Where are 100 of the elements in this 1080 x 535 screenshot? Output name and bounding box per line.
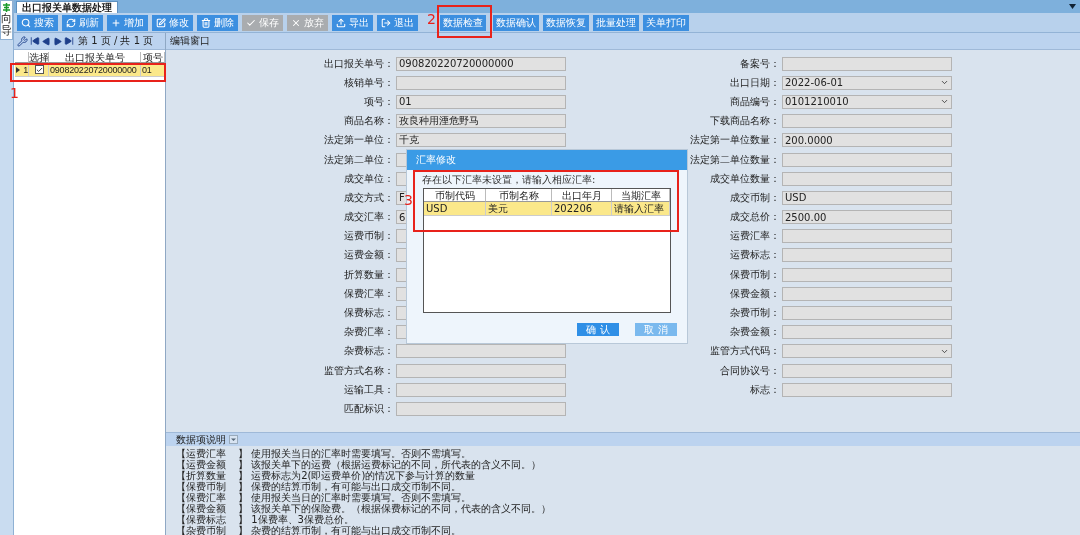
field-label: 核销单号： bbox=[344, 75, 395, 90]
input-field[interactable] bbox=[782, 152, 952, 167]
button-icon bbox=[66, 17, 76, 28]
notes-title: 数据项说明 bbox=[176, 432, 226, 447]
select-field[interactable]: 0101210010 bbox=[782, 94, 952, 109]
field-label: 折算数量： bbox=[344, 267, 395, 282]
next-page-icon[interactable] bbox=[53, 36, 62, 46]
note-term: 【运费汇率 bbox=[176, 446, 227, 459]
column-header: 出口报关单号 bbox=[49, 52, 141, 63]
dialog-message: 存在以下汇率未设置，请输入相应汇率: bbox=[421, 173, 597, 187]
select-field[interactable]: 2022-06-01 bbox=[782, 75, 952, 90]
input-field[interactable] bbox=[782, 325, 952, 340]
previous-page-icon[interactable] bbox=[42, 36, 51, 46]
dropdown-icon[interactable] bbox=[1069, 4, 1076, 9]
table-cell[interactable]: 美元 bbox=[486, 202, 552, 216]
button-icon bbox=[336, 17, 346, 28]
field-label: 项号： bbox=[364, 94, 395, 109]
input-field[interactable]: 2500.00 bbox=[782, 210, 952, 225]
field-label: 运费标志： bbox=[730, 248, 781, 263]
document-tab[interactable]: 出口报关单数据处理 bbox=[16, 1, 118, 13]
annotation-number: 1 bbox=[10, 86, 19, 100]
field-label: 成交单位数量： bbox=[710, 171, 781, 186]
input-field[interactable] bbox=[782, 171, 952, 186]
note-text: 】 运费标志为2(即运费单价)的情况下参与计算的数量 bbox=[238, 469, 476, 482]
note-term: 【运费金额 bbox=[176, 458, 227, 470]
select-field[interactable] bbox=[782, 344, 952, 359]
note-text: 】 使用报关当日的汇率时需要填写。否则不需填写。 bbox=[238, 491, 472, 504]
note-term: 【保费汇率 bbox=[176, 491, 227, 503]
button-icon bbox=[21, 17, 31, 28]
input-field[interactable]: 01 bbox=[396, 94, 566, 109]
input-field[interactable] bbox=[396, 344, 566, 359]
field-label: 杂费金额： bbox=[730, 325, 781, 340]
note-text: 】 该报关单下的保险费。（根据保费标记的不同，代表的含义不同。） bbox=[238, 502, 552, 514]
field-label: 法定第二单位数量： bbox=[690, 152, 781, 167]
button-icon bbox=[201, 17, 211, 28]
field-label: 法定第二单位： bbox=[324, 152, 395, 167]
note-text: 】 保费的结算币制，有可能与出口成交币制不同。 bbox=[238, 480, 462, 492]
field-label: 杂费币制： bbox=[730, 306, 781, 321]
button-icon bbox=[246, 17, 256, 28]
dialog-title: 汇率修改 bbox=[407, 150, 687, 170]
field-label: 匹配标识： bbox=[344, 401, 395, 416]
field-label: 运费汇率： bbox=[730, 229, 781, 244]
note-text: 】 该报关单下的运费（根据运费标记的不同，所代表的含义不同。） bbox=[238, 458, 542, 470]
input-field[interactable] bbox=[782, 267, 952, 282]
plant-icon bbox=[2, 2, 11, 12]
table-cell[interactable]: USD bbox=[424, 202, 486, 216]
input-field[interactable] bbox=[396, 75, 566, 90]
input-field[interactable] bbox=[782, 363, 952, 378]
field-label: 标志： bbox=[750, 382, 781, 397]
wrench-icon[interactable] bbox=[17, 35, 28, 47]
button-icon bbox=[111, 17, 121, 28]
input-field[interactable] bbox=[782, 114, 952, 129]
input-field[interactable]: 孜良种用湮危野马 bbox=[396, 114, 566, 129]
annotation-number: 2 bbox=[427, 12, 436, 26]
dropdown-icon[interactable] bbox=[229, 435, 238, 444]
note-term: 【杂费币制 bbox=[176, 524, 227, 535]
input-field[interactable]: 200.0000 bbox=[782, 133, 952, 148]
field-label: 下载商品名称： bbox=[710, 114, 781, 129]
field-label: 备案号： bbox=[740, 56, 781, 71]
input-field[interactable]: 千克 bbox=[396, 133, 566, 148]
field-label: 出口日期： bbox=[730, 75, 781, 90]
field-label: 杂费标志： bbox=[344, 344, 395, 359]
input-field[interactable] bbox=[782, 248, 952, 263]
button-icon bbox=[156, 17, 166, 28]
note-text: 】 1保费率、3保费总价。 bbox=[238, 513, 354, 525]
field-label: 商品名称： bbox=[344, 114, 395, 129]
note-text: 】 杂费的结算币制，有可能与出口成交币制不同。 bbox=[238, 524, 462, 535]
check-icon bbox=[35, 65, 43, 74]
panel-title: 编辑窗口 bbox=[170, 34, 210, 48]
field-label: 杂费汇率： bbox=[344, 325, 395, 340]
input-field[interactable] bbox=[782, 382, 952, 397]
table-cell[interactable]: 请输入汇率 bbox=[612, 202, 670, 216]
field-label: 运费金额： bbox=[344, 248, 395, 263]
field-label: 成交币制： bbox=[730, 190, 781, 205]
note-term: 【保费金额 bbox=[176, 502, 227, 514]
field-label: 成交总价： bbox=[730, 210, 781, 225]
input-field[interactable] bbox=[782, 229, 952, 244]
field-label: 成交单位： bbox=[344, 171, 395, 186]
highlight-frame bbox=[437, 5, 492, 38]
input-field[interactable] bbox=[782, 286, 952, 301]
input-field[interactable] bbox=[396, 401, 566, 416]
field-label: 监管方式名称： bbox=[324, 363, 395, 378]
input-field[interactable]: 090820220720000000 bbox=[396, 56, 566, 71]
input-field[interactable]: USD bbox=[782, 190, 952, 205]
table-cell[interactable]: 202206 bbox=[552, 202, 612, 216]
input-field[interactable] bbox=[782, 56, 952, 71]
field-label: 保费金额： bbox=[730, 286, 781, 301]
wizard-tab[interactable]: 向导 bbox=[0, 0, 13, 41]
field-label: 出口报关单号： bbox=[324, 56, 395, 71]
checkbox[interactable] bbox=[34, 65, 44, 74]
page-indicator: 第 1 页 / 共 1 页 bbox=[78, 34, 154, 48]
input-field[interactable] bbox=[396, 363, 566, 378]
note-term: 【保费币制 bbox=[176, 480, 227, 492]
column-header: 项号 bbox=[141, 52, 165, 63]
field-label: 法定第一单位： bbox=[324, 133, 395, 148]
first-page-icon[interactable] bbox=[30, 36, 40, 46]
note-term: 【保费标志 bbox=[176, 513, 227, 525]
input-field[interactable] bbox=[782, 306, 952, 321]
last-page-icon[interactable] bbox=[64, 36, 74, 46]
input-field[interactable] bbox=[396, 382, 566, 397]
